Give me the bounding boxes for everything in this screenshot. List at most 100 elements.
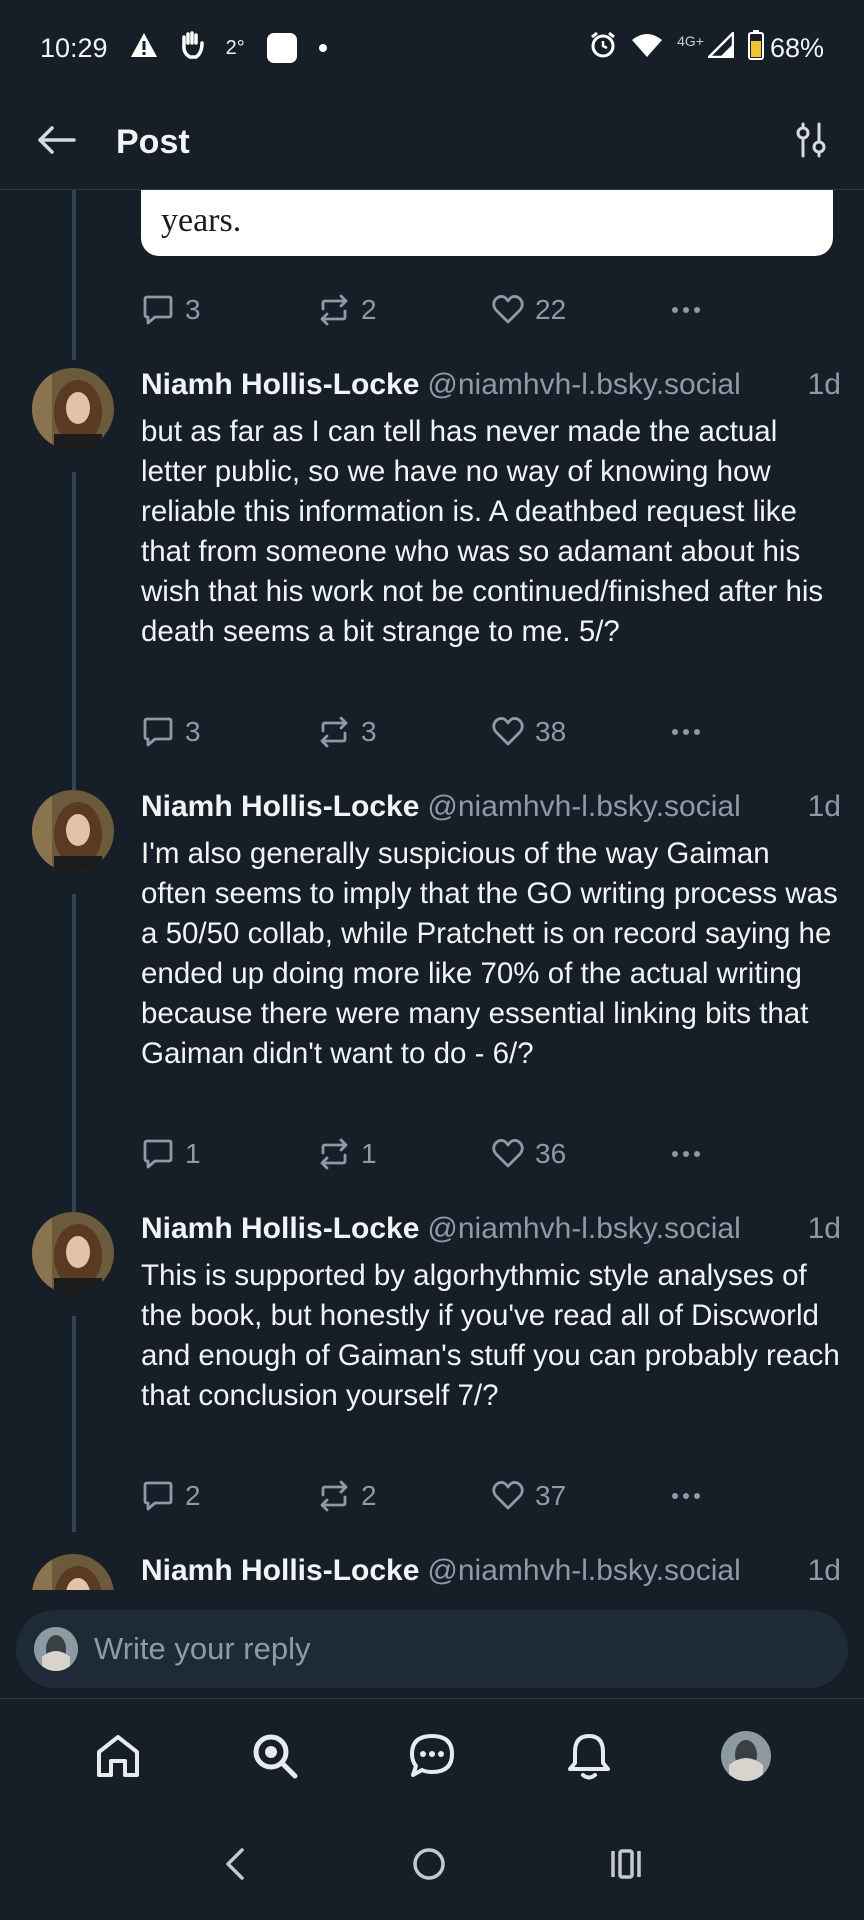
chat-icon <box>409 1733 454 1777</box>
thread-line <box>72 472 76 802</box>
repost-icon <box>320 716 348 748</box>
post-header: Niamh Hollis-Locke @niamhvh-l.bsky.socia… <box>141 368 841 402</box>
hand-icon <box>180 30 204 66</box>
post-header: Niamh Hollis-Locke @niamhvh-l.bsky.socia… <box>141 790 841 824</box>
avatar[interactable] <box>32 1212 114 1294</box>
repost-icon <box>320 294 348 326</box>
system-home-icon[interactable] <box>411 1846 447 1887</box>
post-actions: 1 1 36 <box>141 1134 741 1174</box>
like-button[interactable]: 38 <box>491 715 566 749</box>
heart-icon <box>492 1139 524 1168</box>
post-actions: 2 2 37 <box>141 1476 741 1516</box>
repost-button[interactable]: 1 <box>317 1137 377 1171</box>
reply-button[interactable]: 3 <box>141 293 201 327</box>
app-header: Post <box>0 96 864 190</box>
post-header: Niamh Hollis-Locke @niamhvh-l.bsky.socia… <box>141 1554 841 1588</box>
home-tab[interactable] <box>88 1726 148 1786</box>
more-dots-icon <box>672 1151 700 1157</box>
reply-count: 3 <box>185 294 201 325</box>
like-button[interactable]: 37 <box>491 1479 566 1513</box>
repost-button[interactable]: 2 <box>317 293 377 327</box>
more-options-button[interactable] <box>669 715 703 749</box>
like-count: 22 <box>535 294 567 325</box>
author-name[interactable]: Niamh Hollis-Locke <box>141 1212 419 1246</box>
reply-button[interactable]: 2 <box>141 1479 201 1513</box>
quoted-embed-card[interactable]: years. <box>141 190 833 256</box>
system-recents-icon[interactable] <box>608 1846 644 1887</box>
more-dots-icon <box>672 1493 700 1499</box>
battery-icon <box>747 29 764 67</box>
reply-button[interactable]: 3 <box>141 715 201 749</box>
thread-line <box>72 190 76 360</box>
author-handle[interactable]: @niamhvh-l.bsky.social <box>427 1554 740 1588</box>
bottom-navigation <box>0 1698 864 1812</box>
network-type: 4G+ <box>677 33 704 49</box>
reply-count: 1 <box>185 1138 201 1169</box>
thread-feed[interactable]: years. 3 2 22 Niamh Hollis-Locke @niamhv… <box>0 190 864 1590</box>
like-button[interactable]: 36 <box>491 1137 566 1171</box>
weather-temperature: 2° <box>225 36 245 59</box>
author-handle[interactable]: @niamhvh-l.bsky.social <box>427 790 740 824</box>
post-actions: 3 2 22 <box>141 290 741 330</box>
back-arrow-icon[interactable] <box>36 124 76 161</box>
author-handle[interactable]: @niamhvh-l.bsky.social <box>427 1212 740 1246</box>
more-options-button[interactable] <box>669 1137 703 1171</box>
search-tab[interactable] <box>245 1726 305 1786</box>
post-actions: 3 3 38 <box>141 712 741 752</box>
repost-button[interactable]: 2 <box>317 1479 377 1513</box>
reply-count: 2 <box>185 1480 201 1511</box>
repost-count: 3 <box>361 716 377 747</box>
repost-icon <box>320 1138 348 1170</box>
like-count: 38 <box>535 716 567 747</box>
post-time: 1d <box>807 1212 841 1245</box>
thread-line <box>72 894 76 1224</box>
more-options-button[interactable] <box>669 1479 703 1513</box>
page-title: Post <box>116 123 190 161</box>
reply-icon <box>143 1139 173 1169</box>
repost-count: 1 <box>361 1138 377 1169</box>
status-bar: 10:29 2° 4G+ 68% <box>0 0 864 96</box>
heart-icon <box>492 1481 524 1510</box>
profile-tab[interactable] <box>716 1726 776 1786</box>
post-text: This is supported by algorhythmic style … <box>141 1259 840 1412</box>
bell-icon <box>567 1733 610 1779</box>
post-text: but as far as I can tell has never made … <box>141 415 824 648</box>
thread-settings-icon[interactable] <box>794 122 828 163</box>
reply-icon <box>143 717 173 747</box>
avatar[interactable] <box>32 368 114 450</box>
alarm-icon <box>589 31 617 66</box>
heart-icon <box>492 717 524 746</box>
system-back-icon[interactable] <box>220 1846 250 1887</box>
author-name[interactable]: Niamh Hollis-Locke <box>141 790 419 824</box>
like-count: 36 <box>535 1138 567 1169</box>
more-dots-icon <box>672 729 700 735</box>
search-icon <box>253 1734 298 1778</box>
chat-tab[interactable] <box>402 1726 462 1786</box>
wifi-icon <box>631 32 663 65</box>
avatar[interactable] <box>32 790 114 872</box>
avatar[interactable] <box>32 1554 114 1590</box>
notifications-tab[interactable] <box>559 1726 619 1786</box>
user-avatar <box>34 1627 78 1671</box>
status-time: 10:29 <box>40 32 108 63</box>
battery-level: 68% <box>769 32 824 63</box>
reply-input-placeholder[interactable]: Write your reply <box>94 1631 311 1667</box>
heart-icon <box>492 295 524 324</box>
signal-icon <box>705 29 735 65</box>
repost-button[interactable]: 3 <box>317 715 377 749</box>
post-text: I'm also generally suspicious of the way… <box>141 837 838 1070</box>
repost-count: 2 <box>361 1480 377 1511</box>
author-name[interactable]: Niamh Hollis-Locke <box>141 1554 419 1588</box>
author-handle[interactable]: @niamhvh-l.bsky.social <box>427 368 740 402</box>
like-button[interactable]: 22 <box>491 293 566 327</box>
app-notification-icon <box>266 33 297 63</box>
home-icon <box>97 1734 140 1777</box>
reply-button[interactable]: 1 <box>141 1137 201 1171</box>
like-count: 37 <box>535 1480 567 1511</box>
author-name[interactable]: Niamh Hollis-Locke <box>141 368 419 402</box>
more-options-button[interactable] <box>669 293 703 327</box>
reply-icon <box>143 1481 173 1511</box>
reply-count: 3 <box>185 716 201 747</box>
reply-composer[interactable]: Write your reply <box>16 1610 848 1688</box>
post-time: 1d <box>807 790 841 823</box>
